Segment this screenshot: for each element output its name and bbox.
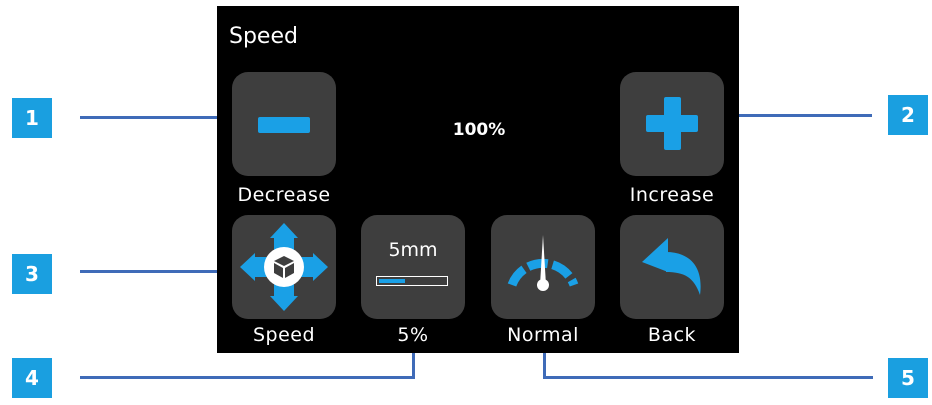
move-axes-icon — [240, 223, 328, 311]
step-size-button[interactable]: 5mm — [361, 215, 465, 319]
printer-screen: Speed Decrease 100% Increase Speed 5mm 5… — [217, 6, 739, 353]
step-progress-bar — [376, 276, 448, 286]
callout-4: 4 — [12, 358, 52, 398]
speed-mode-label: Speed — [252, 324, 316, 346]
back-button[interactable] — [620, 215, 724, 319]
step-size-label: 5% — [397, 324, 429, 346]
decrease-label: Decrease — [237, 184, 331, 206]
callout-2: 2 — [888, 95, 928, 135]
speed-mode-button[interactable] — [232, 215, 336, 319]
speed-preset-button[interactable] — [491, 215, 595, 319]
callout-5: 5 — [888, 358, 928, 398]
callout-3: 3 — [12, 254, 52, 294]
plus-icon — [646, 97, 698, 150]
increase-button[interactable] — [620, 72, 724, 176]
minus-icon — [258, 117, 310, 133]
decrease-button[interactable] — [232, 72, 336, 176]
callout-4-leader-line-h — [80, 376, 415, 379]
speed-preset-label: Normal — [507, 324, 579, 346]
back-arrow-icon — [642, 238, 701, 295]
step-progress-fill — [379, 279, 405, 283]
screen-title: Speed — [229, 24, 298, 49]
back-label: Back — [647, 324, 697, 346]
speed-value: 100% — [452, 120, 506, 140]
callout-5-leader-line-h — [543, 376, 873, 379]
increase-label: Increase — [629, 184, 715, 206]
step-size-text: 5mm — [388, 239, 438, 261]
speedometer-icon — [507, 235, 579, 291]
callout-1: 1 — [12, 98, 52, 138]
